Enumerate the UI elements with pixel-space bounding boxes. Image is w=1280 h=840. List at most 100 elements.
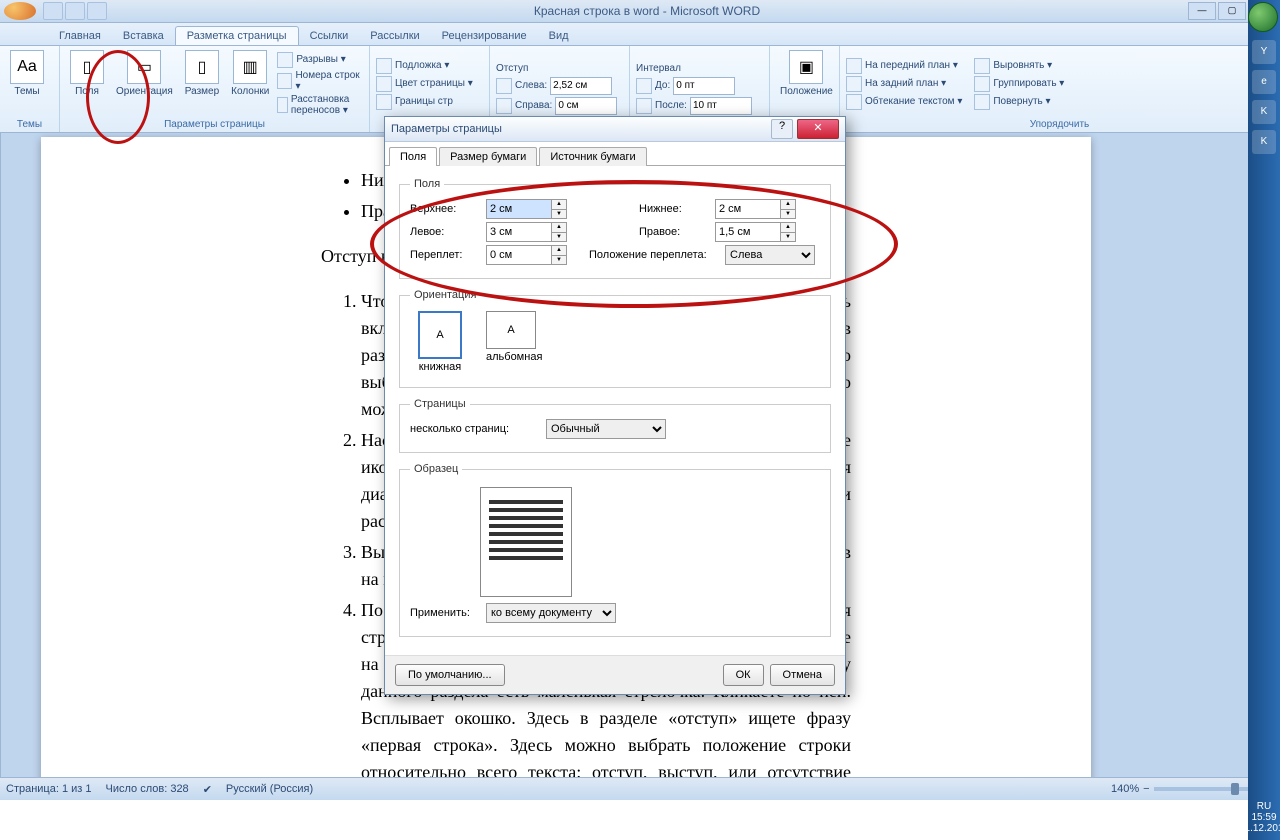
tab-home[interactable]: Главная [48,27,112,45]
dialog-tab-paper[interactable]: Размер бумаги [439,147,537,166]
indent-left-icon [496,78,512,94]
send-back-button[interactable]: На задний план ▾ [846,76,962,92]
margin-right-input[interactable] [715,222,781,242]
page-color-icon [376,76,392,92]
margin-bottom-input[interactable] [715,199,781,219]
landscape-option[interactable]: Aальбомная [486,311,542,373]
text-wrap-button[interactable]: Обтекание текстом ▾ [846,94,962,110]
hyphenation-button[interactable]: Расстановка переносов ▾ [277,94,363,116]
fieldset-pages: Страницы несколько страниц: Обычный [399,398,831,453]
space-after-icon [636,98,652,114]
bring-front-button[interactable]: На передний план ▾ [846,58,962,74]
status-language[interactable]: Русский (Россия) [226,783,313,795]
borders-icon [376,94,392,110]
wrap-icon [846,94,862,110]
front-icon [846,58,862,74]
tab-view[interactable]: Вид [538,27,580,45]
ribbon-tabs: Главная Вставка Разметка страницы Ссылки… [0,23,1280,46]
dialog-titlebar[interactable]: Параметры страницы ? ✕ [385,117,845,142]
spinner-arrows[interactable]: ▲▼ [781,199,796,219]
space-before-icon [636,78,652,94]
tab-page-layout[interactable]: Разметка страницы [175,26,299,45]
zoom-slider-knob[interactable] [1231,783,1239,795]
multiple-pages-select[interactable]: Обычный [546,419,666,439]
minimize-button[interactable]: — [1188,2,1216,20]
page-borders-button[interactable]: Границы стр [376,94,473,110]
window-title: Красная строка в word - Microsoft WORD [108,4,1186,18]
tab-references[interactable]: Ссылки [299,27,360,45]
size-icon: ▯ [185,50,219,84]
rotate-icon [974,94,990,110]
spinner-arrows[interactable]: ▲▼ [781,222,796,242]
spinner-arrows[interactable]: ▲▼ [552,199,567,219]
dialog-close-button[interactable]: ✕ [797,119,839,139]
start-button[interactable] [1248,2,1278,32]
columns-icon: ▥ [233,50,267,84]
page-setup-dialog: Параметры страницы ? ✕ Поля Размер бумаг… [384,116,846,695]
dialog-tab-source[interactable]: Источник бумаги [539,147,646,166]
group-button[interactable]: Группировать ▾ [974,76,1064,92]
themes-icon: Aa [10,50,44,84]
qat-undo[interactable] [65,2,85,20]
margin-top-input[interactable] [486,199,552,219]
apply-to-select[interactable]: ко всему документу [486,603,616,623]
group-icon [974,76,990,92]
dialog-help-button[interactable]: ? [771,119,793,139]
ok-button[interactable]: ОК [723,664,764,686]
margin-left-input[interactable] [486,222,552,242]
align-button[interactable]: Выровнять ▾ [974,58,1064,74]
portrait-option[interactable]: Aкнижная [418,311,462,373]
cancel-button[interactable]: Отмена [770,664,835,686]
orientation-icon: ▭ [127,50,161,84]
default-button[interactable]: По умолчанию... [395,664,505,686]
margins-icon: ▯ [70,50,104,84]
fieldset-preview: Образец Применить: ко всему документу [399,463,831,637]
status-page[interactable]: Страница: 1 из 1 [6,783,92,795]
status-bar: Страница: 1 из 1 Число слов: 328 ✔ Русск… [0,777,1280,800]
space-before-input[interactable] [673,77,735,95]
qat-redo[interactable] [87,2,107,20]
tab-insert[interactable]: Вставка [112,27,175,45]
gutter-input[interactable] [486,245,552,265]
position-icon: ▣ [789,50,823,84]
taskbar-item[interactable]: K [1252,130,1276,154]
themes-button[interactable]: Aa Темы [6,48,48,119]
watermark-icon [376,58,392,74]
zoom-level: 140% [1111,783,1139,795]
margins-button[interactable]: ▯Поля [66,48,108,119]
line-numbers-button[interactable]: Номера строк ▾ [277,70,363,92]
title-bar: Красная строка в word - Microsoft WORD —… [0,0,1280,23]
orientation-button[interactable]: ▭Ориентация [112,48,177,119]
spinner-arrows[interactable]: ▲▼ [552,245,567,265]
spacing-label: Интервал [636,63,763,74]
taskbar-item[interactable]: e [1252,70,1276,94]
windows-taskbar: Y e K K RU 15:59 01.12.2013 [1248,0,1280,840]
breaks-button[interactable]: Разрывы ▾ [277,52,363,68]
tab-review[interactable]: Рецензирование [431,27,538,45]
taskbar-item[interactable]: Y [1252,40,1276,64]
fieldset-orientation: Ориентация Aкнижная Aальбомная [399,289,831,388]
hyphen-icon [277,97,288,113]
columns-button[interactable]: ▥Колонки [227,48,273,119]
portrait-icon: A [418,311,462,359]
indent-left-input[interactable] [550,77,612,95]
line-numbers-icon [277,73,292,89]
indent-right-input[interactable] [555,97,617,115]
spinner-arrows[interactable]: ▲▼ [552,222,567,242]
space-after-input[interactable] [690,97,752,115]
dialog-tab-margins[interactable]: Поля [389,147,437,166]
taskbar-item[interactable]: K [1252,100,1276,124]
gutter-position-select[interactable]: Слева [725,245,815,265]
tab-mailings[interactable]: Рассылки [359,27,430,45]
page-color-button[interactable]: Цвет страницы ▾ [376,76,473,92]
office-button[interactable] [4,2,36,20]
indent-label: Отступ [496,63,623,74]
dialog-tabs: Поля Размер бумаги Источник бумаги [385,142,845,166]
watermark-button[interactable]: Подложка ▾ [376,58,473,74]
rotate-button[interactable]: Повернуть ▾ [974,94,1064,110]
tray-clock[interactable]: RU 15:59 01.12.2013 [1239,797,1280,840]
qat-save[interactable] [43,2,63,20]
maximize-button[interactable]: ▢ [1218,2,1246,20]
status-word-count[interactable]: Число слов: 328 [106,783,189,795]
size-button[interactable]: ▯Размер [181,48,223,119]
